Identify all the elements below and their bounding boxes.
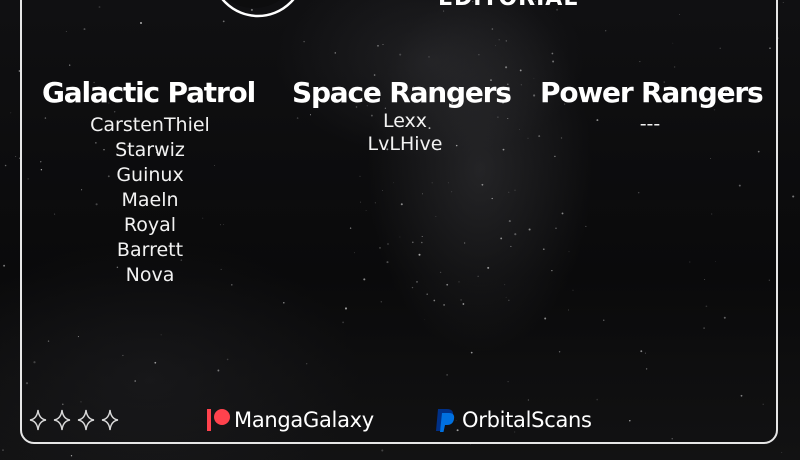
list-item: Royal: [123, 214, 177, 236]
list-item: ---: [639, 113, 661, 135]
star-dot: [381, 449, 384, 452]
sparkle-decoration-icons: [29, 409, 119, 431]
patreon-name: MangaGalaxy: [234, 408, 374, 432]
paypal-name: OrbitalScans: [462, 408, 592, 432]
star-dot: [4, 164, 7, 167]
list-item: Maeln: [121, 189, 179, 211]
star-dot: [792, 195, 795, 198]
list-item: Starwiz: [115, 139, 185, 161]
list-item: CarstenThiel: [90, 114, 210, 136]
star-dot: [15, 155, 17, 157]
list-item: Lexx: [382, 110, 428, 132]
patreon-icon: [207, 409, 230, 431]
list-item: LvLHive: [367, 133, 443, 155]
team-title-galactic-patrol: Galactic Patrol: [42, 76, 256, 109]
star-dot: [3, 264, 6, 267]
team-title-power-rangers: Power Rangers: [540, 76, 764, 109]
sparkle-icon: [53, 409, 71, 431]
star-dot: [781, 451, 783, 454]
star-dot: [2, 449, 4, 451]
patreon-link[interactable]: MangaGalaxy: [206, 406, 374, 434]
star-dot: [70, 455, 73, 457]
team-members-galactic-patrol: CarstenThiel Starwiz Guinux Maeln Royal …: [60, 113, 240, 288]
list-item: Barrett: [116, 239, 184, 261]
star-dot: [782, 2, 784, 3]
sparkle-icon: [101, 409, 119, 431]
sparkle-icon: [29, 409, 47, 431]
team-title-space-rangers: Space Rangers: [292, 76, 512, 109]
paypal-link[interactable]: OrbitalScans: [434, 406, 592, 434]
list-item: Nova: [125, 264, 175, 286]
paypal-icon: [436, 409, 455, 432]
team-members-space-rangers: Lexx LvLHive: [315, 110, 495, 156]
list-item: Guinux: [116, 164, 184, 186]
team-members-power-rangers: ---: [560, 112, 740, 137]
sparkle-icon: [77, 409, 95, 431]
star-dot: [10, 112, 12, 114]
